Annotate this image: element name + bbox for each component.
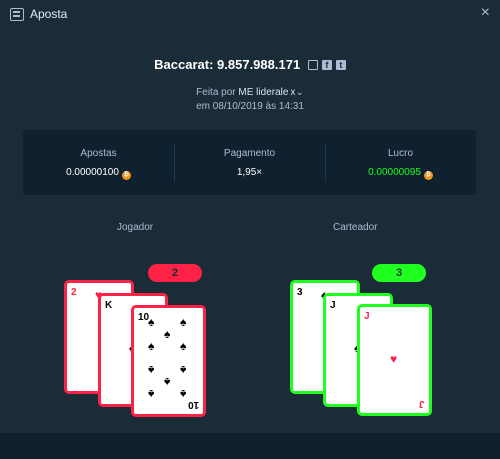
banker-label: Carteador	[333, 222, 378, 233]
username-link[interactable]: ME liderale x	[238, 87, 295, 98]
spade-icon: ♠	[148, 387, 155, 401]
spade-icon: ♠	[180, 387, 187, 401]
stat-profit: Lucro 0.00000095 ₿	[325, 130, 476, 195]
stats-panel: Apostas 0.00000100 ₿ Pagamento 1,95× Lucr…	[23, 130, 476, 195]
card-rank-bottom: J	[419, 398, 425, 409]
stat-bet: Apostas 0.00000100 ₿	[23, 130, 174, 195]
card-rank-bottom: 10	[187, 399, 199, 410]
modal-footer	[0, 433, 500, 459]
stat-payout-label: Pagamento	[223, 148, 276, 159]
stat-payout-value: 1,95×	[236, 167, 263, 178]
twitter-icon[interactable]: t	[335, 60, 346, 70]
stat-profit-label: Lucro	[387, 148, 413, 159]
stat-profit-value: 0.00000095	[368, 167, 421, 178]
bitcoin-icon: ₿	[121, 171, 131, 180]
banker-score-badge: 3	[372, 264, 426, 282]
facebook-icon[interactable]: f	[321, 60, 332, 70]
spade-icon: ♠	[180, 315, 187, 329]
stat-bet-label: Apostas	[80, 148, 117, 159]
bet-modal: Aposta × Baccarat: 9.857.988.171 f t Fei…	[0, 0, 500, 459]
spade-icon: ♠	[180, 339, 187, 353]
card-rank: 3	[297, 287, 303, 298]
chevron-down-icon[interactable]: ⌄	[295, 87, 303, 98]
banker-card-3: J J ♥	[357, 304, 432, 416]
close-button[interactable]: ×	[481, 5, 490, 21]
bitcoin-icon: ₿	[423, 171, 433, 180]
card-rank: K	[105, 300, 113, 311]
copy-icon[interactable]	[307, 60, 318, 70]
heart-icon: ♥	[390, 352, 398, 366]
list-icon	[10, 8, 24, 21]
stat-bet-value: 0.00000100	[66, 167, 119, 178]
spade-icon: ♠	[148, 339, 155, 353]
bet-id-text: Baccarat: 9.857.988.171	[154, 57, 301, 72]
player-label: Jogador	[117, 222, 154, 233]
title-bar: Aposta ×	[0, 0, 500, 30]
stat-payout: Pagamento 1,95×	[174, 130, 325, 195]
spade-icon: ♠	[164, 375, 171, 389]
window-title: Aposta	[30, 7, 68, 21]
card-rank: 2	[71, 287, 77, 298]
spade-icon: ♠	[148, 363, 155, 377]
placed-by-label: Feita por	[196, 87, 236, 98]
spade-icon: ♠	[180, 363, 187, 377]
spade-icon: ♠	[148, 315, 155, 329]
player-score-badge: 2	[148, 264, 202, 282]
card-rank: J	[330, 300, 336, 311]
player-card-3: 10 10 ♠ ♠ ♠ ♠ ♠ ♠ ♠ ♠ ♠ ♠	[131, 305, 206, 417]
card-rank: J	[364, 311, 370, 322]
bet-meta: Feita por ME liderale x⌄ em 08/10/2019 à…	[0, 86, 500, 114]
bet-headline: Baccarat: 9.857.988.171 f t	[0, 57, 500, 72]
bet-date: em 08/10/2019 às 14:31	[196, 101, 304, 112]
spade-icon: ♠	[164, 327, 171, 341]
